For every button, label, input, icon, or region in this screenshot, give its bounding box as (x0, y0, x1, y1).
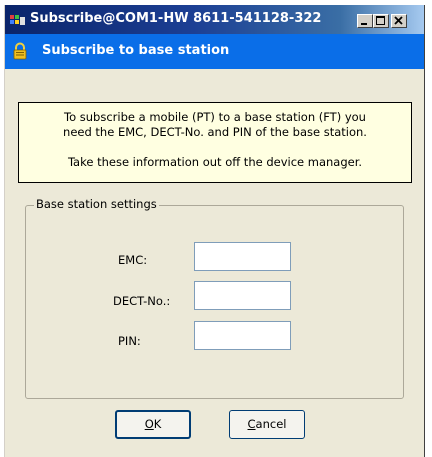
minimize-icon (361, 23, 367, 25)
cancel-button-mnemonic: C (247, 417, 256, 431)
pin-input[interactable] (194, 321, 291, 350)
info-line-3: Take these information out off the devic… (67, 155, 363, 169)
info-line-2: need the EMC, DECT-No. and PIN of the ba… (63, 125, 367, 139)
dialog-window: Subscribe@COM1-HW 8611-541128-322 Subscr… (4, 5, 425, 457)
dialog-content: To subscribe a mobile (PT) to a base sta… (5, 69, 424, 457)
window-title: Subscribe@COM1-HW 8611-541128-322 (30, 11, 322, 26)
maximize-icon (376, 16, 385, 25)
cancel-button-label: ancel (255, 417, 287, 431)
dect-no-input[interactable] (194, 281, 291, 310)
info-line-1: To subscribe a mobile (PT) to a base sta… (64, 110, 366, 124)
header-title: Subscribe to base station (42, 43, 230, 58)
close-icon (394, 16, 403, 25)
cancel-button[interactable]: Cancel (229, 410, 305, 439)
ok-button-label: K (153, 417, 162, 431)
pin-label: PIN: (118, 334, 141, 348)
dialog-header: Subscribe to base station (5, 34, 424, 69)
ok-button[interactable]: OK (115, 410, 191, 439)
maximize-button[interactable] (373, 14, 389, 28)
emc-label: EMC: (118, 253, 148, 267)
minimize-button[interactable] (357, 14, 373, 28)
ok-button-mnemonic: O (144, 417, 154, 431)
group-label: Base station settings (34, 197, 159, 211)
title-bar[interactable]: Subscribe@COM1-HW 8611-541128-322 (5, 5, 424, 34)
emc-input[interactable] (194, 242, 291, 271)
info-box: To subscribe a mobile (PT) to a base sta… (18, 102, 412, 183)
close-button[interactable] (391, 14, 407, 28)
app-icon (10, 15, 25, 25)
lock-icon (13, 42, 27, 60)
dect-no-label: DECT-No.: (113, 294, 171, 308)
